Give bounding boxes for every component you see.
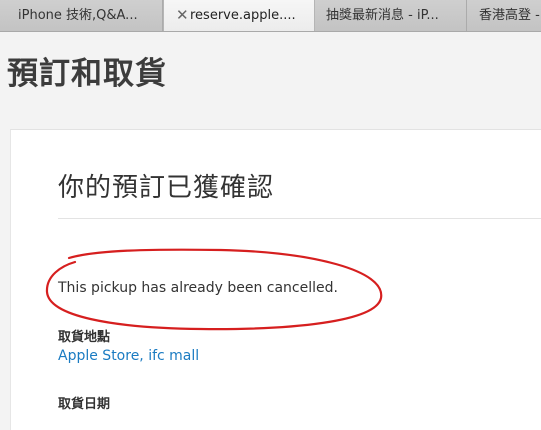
pickup-location-label: 取貨地點 [58,330,111,345]
tab-label: iPhone 技術,Q&A... [18,8,138,23]
divider [58,218,541,219]
tab-hkgolden[interactable]: 香港高登 - [467,0,541,31]
tab-lottery-news[interactable]: 抽獎最新消息 - iP... [315,0,467,31]
tab-label: reserve.apple.... [190,8,296,23]
cancellation-message: This pickup has already been cancelled. [58,280,338,296]
tab-reserve-apple[interactable]: ✕ reserve.apple.... [163,0,315,31]
tab-iphone-qa[interactable]: iPhone 技術,Q&A... [0,0,163,31]
confirmation-heading: 你的預訂已獲確認 [58,173,275,203]
page-title: 預訂和取貨 [7,56,167,92]
pickup-store-link[interactable]: Apple Store, ifc mall [58,348,199,364]
confirmation-card: 你的預訂已獲確認 This pickup has already been ca… [10,129,541,430]
tab-label: 香港高登 - [479,8,540,23]
tab-label: 抽獎最新消息 - iP... [326,8,439,23]
close-tab-icon[interactable]: ✕ [176,0,189,31]
browser-tab-bar: iPhone 技術,Q&A... ✕ reserve.apple.... 抽獎最… [0,0,541,32]
pickup-date-label: 取貨日期 [58,397,111,412]
